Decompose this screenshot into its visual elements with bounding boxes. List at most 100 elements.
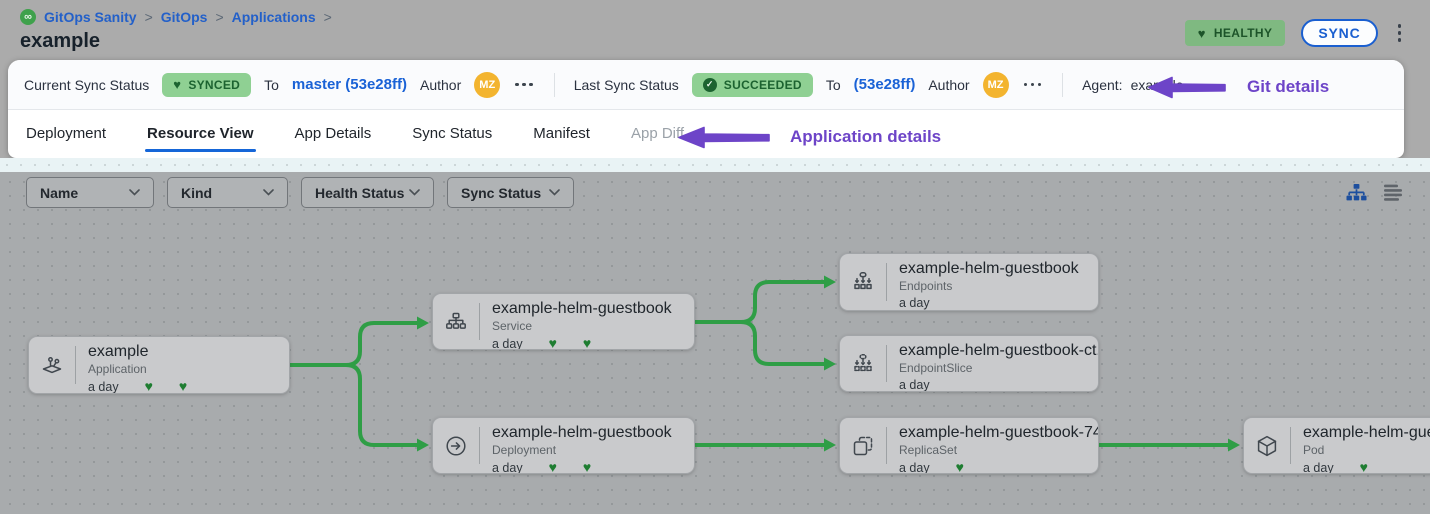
deployment-icon bbox=[433, 427, 480, 464]
filter-bar: Name Kind Health Status Sync Status bbox=[26, 177, 574, 208]
agent-label: Agent: bbox=[1082, 77, 1122, 93]
pod-icon bbox=[1244, 427, 1291, 464]
current-author-label: Author bbox=[420, 77, 461, 93]
node-endpoints-example-helm-guestbook[interactable]: example-helm-guestbook Endpoints a day bbox=[839, 253, 1099, 311]
tab-app-diff[interactable]: App Diff bbox=[631, 110, 684, 157]
heart-icon: ♥ bbox=[179, 378, 187, 393]
node-meta: a day♥ bbox=[1303, 460, 1430, 473]
node-meta: a day bbox=[899, 296, 1079, 310]
node-endpointslice-example-helm-guestbook[interactable]: example-helm-guestbook-ct... EndpointSli… bbox=[839, 335, 1099, 392]
breadcrumb-item-applications[interactable]: Applications bbox=[232, 9, 316, 25]
breadcrumb-item-gitops-sanity[interactable]: GitOps Sanity bbox=[44, 9, 137, 25]
list-view-icon[interactable] bbox=[1383, 183, 1402, 202]
synced-badge-label: SYNCED bbox=[188, 78, 240, 92]
replicaset-icon bbox=[840, 427, 887, 464]
tab-resource-view[interactable]: Resource View bbox=[147, 110, 253, 157]
node-age: a day bbox=[88, 380, 119, 394]
more-options-icon[interactable] bbox=[513, 79, 535, 91]
node-meta: a day♥♥ bbox=[492, 460, 672, 473]
node-title: example-helm-guestbook bbox=[899, 260, 1079, 278]
tree-view-icon[interactable] bbox=[1346, 183, 1367, 202]
page-title: example bbox=[20, 30, 100, 53]
service-icon bbox=[433, 303, 480, 340]
chevron-down-icon bbox=[549, 189, 560, 196]
avatar: MZ bbox=[983, 72, 1009, 98]
breadcrumb: ∞ GitOps Sanity > GitOps > Applications … bbox=[20, 9, 332, 25]
breadcrumb-item-gitops[interactable]: GitOps bbox=[161, 9, 208, 25]
node-content: example-helm-guest Pod a day♥ bbox=[1291, 418, 1430, 473]
divider bbox=[1062, 73, 1063, 97]
succeeded-badge: ✓ SUCCEEDED bbox=[692, 73, 813, 97]
health-status-filter-label: Health Status bbox=[315, 185, 404, 201]
node-service-example-helm-guestbook[interactable]: example-helm-guestbook Service a day♥♥ bbox=[432, 293, 695, 350]
application-icon bbox=[29, 346, 76, 384]
node-meta: a day♥ bbox=[899, 460, 1090, 473]
breadcrumb-separator: > bbox=[215, 9, 223, 25]
node-age: a day bbox=[899, 378, 930, 391]
last-author-label: Author bbox=[928, 77, 969, 93]
node-kind: Endpoints bbox=[899, 279, 1079, 293]
chevron-down-icon bbox=[263, 189, 274, 196]
heart-icon: ♥ bbox=[145, 378, 153, 393]
kind-filter-dropdown[interactable]: Kind bbox=[167, 177, 288, 208]
node-meta: a day bbox=[899, 378, 1090, 391]
node-content: example-helm-guestbook Endpoints a day bbox=[887, 254, 1087, 310]
agent-value: example bbox=[1131, 77, 1184, 93]
node-replicaset-example-helm-guestbook[interactable]: example-helm-guestbook-74... ReplicaSet … bbox=[839, 417, 1099, 474]
heart-icon: ♥ bbox=[549, 335, 557, 349]
tab-sync-status[interactable]: Sync Status bbox=[412, 110, 492, 157]
node-content: example-helm-guestbook-ct... EndpointSli… bbox=[887, 336, 1098, 391]
last-sync-status-label: Last Sync Status bbox=[574, 77, 679, 93]
tab-app-details[interactable]: App Details bbox=[295, 110, 372, 157]
node-kind: Deployment bbox=[492, 443, 672, 457]
current-to-label: To bbox=[264, 77, 279, 93]
sync-status-filter-dropdown[interactable]: Sync Status bbox=[447, 177, 574, 208]
resource-tree-canvas[interactable]: Name Kind Health Status Sync Status bbox=[0, 172, 1430, 514]
tab-manifest[interactable]: Manifest bbox=[533, 110, 590, 157]
node-meta: a day ♥ ♥ bbox=[88, 379, 187, 393]
view-toggles bbox=[1346, 183, 1402, 202]
gitops-logo-icon: ∞ bbox=[20, 9, 36, 25]
current-revision-link[interactable]: master (53e28ff) bbox=[292, 76, 407, 93]
gitops-application-page: ∞ GitOps Sanity > GitOps > Applications … bbox=[0, 0, 1430, 514]
node-age: a day bbox=[492, 461, 523, 474]
chevron-down-icon bbox=[129, 189, 140, 196]
node-kind: Pod bbox=[1303, 443, 1430, 457]
node-age: a day bbox=[1303, 461, 1334, 474]
node-title: example bbox=[88, 343, 187, 361]
current-sync-status-label: Current Sync Status bbox=[24, 77, 149, 93]
kind-filter-label: Kind bbox=[181, 185, 212, 201]
sync-status-filter-label: Sync Status bbox=[461, 185, 541, 201]
tab-bar: Deployment Resource View App Details Syn… bbox=[8, 110, 1404, 157]
node-meta: a day♥♥ bbox=[492, 336, 672, 349]
health-status-filter-dropdown[interactable]: Health Status bbox=[301, 177, 434, 208]
node-title: example-helm-guestbook bbox=[492, 424, 672, 442]
sync-button[interactable]: SYNC bbox=[1301, 19, 1377, 47]
health-badge-label: HEALTHY bbox=[1214, 26, 1273, 40]
heart-icon: ♥ bbox=[549, 459, 557, 473]
name-filter-dropdown[interactable]: Name bbox=[26, 177, 154, 208]
app-details-panel: Current Sync Status ♥ SYNCED To master (… bbox=[8, 60, 1404, 158]
node-deployment-example-helm-guestbook[interactable]: example-helm-guestbook Deployment a day ♥… bbox=[432, 417, 695, 474]
node-content: example-helm-guestbook-74... ReplicaSet … bbox=[887, 418, 1098, 473]
node-age: a day bbox=[492, 337, 523, 350]
last-to-label: To bbox=[826, 77, 841, 93]
endpoints-icon bbox=[840, 263, 887, 301]
heart-icon: ♥ bbox=[173, 78, 181, 91]
sync-status-bar: Current Sync Status ♥ SYNCED To master (… bbox=[8, 60, 1404, 110]
tab-deployment[interactable]: Deployment bbox=[26, 110, 106, 157]
chevron-down-icon bbox=[409, 189, 420, 196]
last-revision-link[interactable]: (53e28ff) bbox=[854, 76, 916, 93]
node-title: example-helm-guestbook bbox=[492, 300, 672, 318]
more-menu-icon[interactable] bbox=[1394, 20, 1406, 46]
more-options-icon[interactable] bbox=[1022, 79, 1044, 91]
divider bbox=[554, 73, 555, 97]
avatar: MZ bbox=[474, 72, 500, 98]
heart-icon: ♥ bbox=[1198, 27, 1206, 40]
breadcrumb-separator: > bbox=[145, 9, 153, 25]
node-age: a day bbox=[899, 461, 930, 474]
node-pod-example-helm-guest[interactable]: example-helm-guest Pod a day♥ bbox=[1243, 417, 1430, 474]
node-application-example[interactable]: example Application a day♥♥ bbox=[28, 336, 290, 394]
node-title: example-helm-guest bbox=[1303, 424, 1430, 442]
header-actions: ♥ HEALTHY SYNC bbox=[1185, 19, 1405, 47]
